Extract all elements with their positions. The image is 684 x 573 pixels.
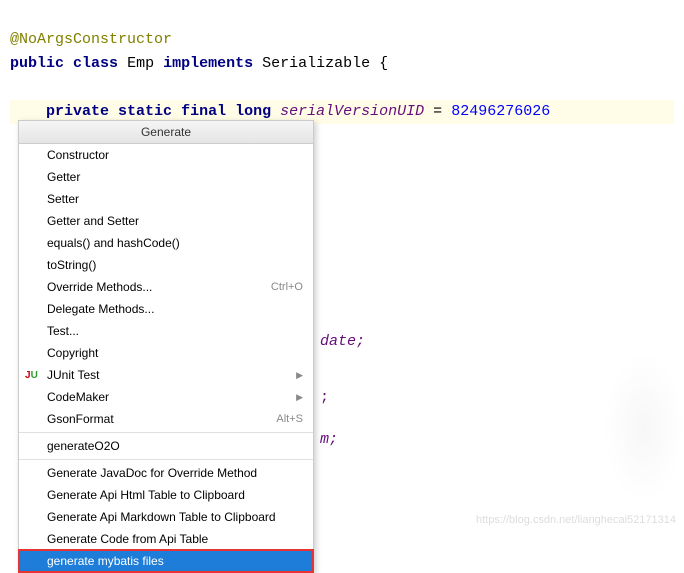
menu-item-constructor[interactable]: Constructor	[19, 144, 313, 166]
menu-item-label: GsonFormat	[47, 412, 114, 426]
menu-item-generate-code-from-api-table[interactable]: Generate Code from Api Table	[19, 528, 313, 550]
menu-item-getter-and-setter[interactable]: Getter and Setter	[19, 210, 313, 232]
menu-item-override-methods[interactable]: Override Methods... Ctrl+O	[19, 276, 313, 298]
junit-icon: JU	[25, 370, 38, 381]
menu-item-junit-test[interactable]: JU JUnit Test ▶	[19, 364, 313, 386]
menu-item-label: Getter and Setter	[47, 214, 139, 228]
menu-item-label: Generate Api Markdown Table to Clipboard	[47, 510, 276, 524]
menu-item-label: Constructor	[47, 148, 109, 162]
bg-identifier: date;	[320, 333, 365, 350]
menu-item-label: Getter	[47, 170, 80, 184]
menu-separator	[19, 432, 313, 433]
menu-item-copyright[interactable]: Copyright	[19, 342, 313, 364]
menu-item-codemaker[interactable]: CodeMaker ▶	[19, 386, 313, 408]
menu-item-label: generate mybatis files	[47, 554, 164, 568]
annotation-line: @NoArgsConstructor	[10, 31, 172, 48]
menu-item-label: Generate Api Html Table to Clipboard	[47, 488, 245, 502]
menu-item-label: generateO2O	[47, 439, 120, 453]
class-decl-line: public class Emp implements Serializable…	[10, 55, 388, 72]
menu-item-label: Setter	[47, 192, 79, 206]
menu-item-gsonformat[interactable]: GsonFormat Alt+S	[19, 408, 313, 430]
submenu-arrow-icon: ▶	[296, 370, 303, 381]
menu-shortcut: Alt+S	[276, 413, 303, 425]
menu-item-label: Test...	[47, 324, 79, 338]
menu-title: Generate	[19, 121, 313, 144]
menu-item-label: Copyright	[47, 346, 98, 360]
menu-item-label: Generate Code from Api Table	[47, 532, 208, 546]
menu-item-getter[interactable]: Getter	[19, 166, 313, 188]
menu-item-test[interactable]: Test...	[19, 320, 313, 342]
menu-item-generate-api-html-table-to-clipboard[interactable]: Generate Api Html Table to Clipboard	[19, 484, 313, 506]
menu-separator	[19, 459, 313, 460]
menu-item-label: Delegate Methods...	[47, 302, 154, 316]
menu-item-label: CodeMaker	[47, 390, 109, 404]
submenu-arrow-icon: ▶	[296, 392, 303, 403]
watermark-text: https://blog.csdn.net/lianghecai52171314	[476, 514, 676, 526]
menu-item-generate-javadoc-for-override-method[interactable]: Generate JavaDoc for Override Method	[19, 462, 313, 484]
menu-item-generateo2o[interactable]: generateO2O	[19, 435, 313, 457]
watermark-image	[604, 352, 684, 502]
generate-context-menu: Generate Constructor Getter Setter Getter a…	[18, 120, 314, 573]
menu-item-setter[interactable]: Setter	[19, 188, 313, 210]
menu-item-label: toString()	[47, 258, 96, 272]
menu-item-generate-api-markdown-table-to-clipboard[interactable]: Generate Api Markdown Table to Clipboard	[19, 506, 313, 528]
menu-shortcut: Ctrl+O	[271, 281, 303, 293]
menu-item-label: Generate JavaDoc for Override Method	[47, 466, 257, 480]
bg-identifier: ;	[320, 389, 329, 406]
menu-item-generate-mybatis-files[interactable]: generate mybatis files	[19, 550, 313, 572]
menu-item-label: Override Methods...	[47, 280, 152, 294]
menu-item-delegate-methods[interactable]: Delegate Methods...	[19, 298, 313, 320]
menu-item-equals-and-hashcode[interactable]: equals() and hashCode()	[19, 232, 313, 254]
menu-item-label: equals() and hashCode()	[47, 236, 180, 250]
menu-item-label: JUnit Test	[47, 368, 99, 382]
menu-item-tostring[interactable]: toString()	[19, 254, 313, 276]
bg-identifier: m;	[320, 431, 338, 448]
code-editor[interactable]: @NoArgsConstructor public class Emp impl…	[0, 0, 684, 128]
